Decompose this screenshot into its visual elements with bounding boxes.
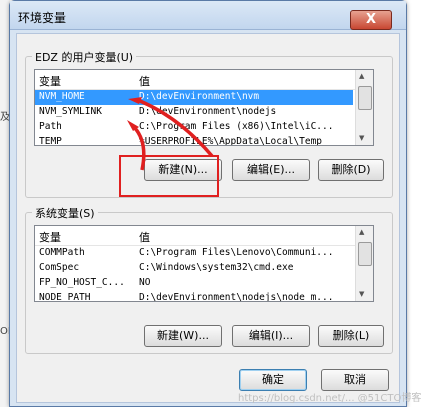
watermark: https://blog.csdn.net/... @51CTO博客 bbox=[238, 393, 422, 404]
annotation-arrow-icon bbox=[127, 97, 214, 171]
